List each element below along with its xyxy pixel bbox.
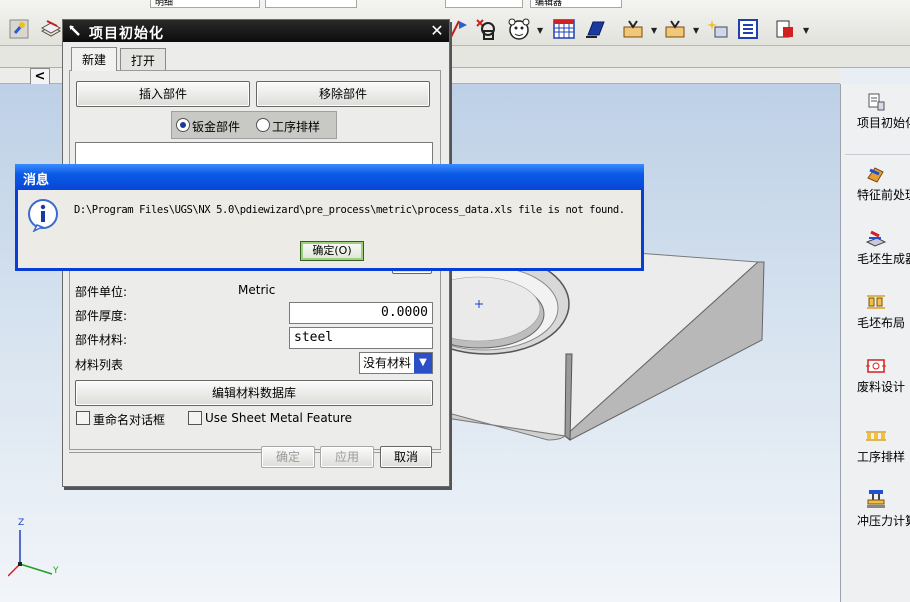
toolbar-strip-left-text: 明细 (155, 0, 174, 8)
material-list-selected: 没有材料 (363, 356, 412, 370)
resource-item-process-layout[interactable]: 工序排样 (841, 426, 910, 465)
part-list-box[interactable] (75, 142, 433, 166)
radio-sheet-metal-label[interactable]: 钣金部件 (192, 118, 240, 135)
wcs-triad: Z Y (7, 514, 68, 584)
axis-triad-icon (7, 530, 53, 577)
tab-open[interactable]: 打开 (120, 48, 167, 70)
material-list-label: 材料列表 (75, 358, 124, 372)
tab-label: 打开 (131, 54, 156, 68)
wrench-icon[interactable] (6, 16, 30, 40)
material-list-select[interactable]: 没有材料 ▼ (359, 352, 433, 374)
chevron-down-icon[interactable]: ▼ (693, 26, 699, 35)
material-input[interactable]: steel (289, 327, 433, 349)
apply-button[interactable]: 应用 (320, 446, 374, 468)
resource-item-label: 特征前处理 (857, 188, 910, 202)
toolbar-strip-mid (265, 0, 357, 8)
resource-item-label: 毛坯生成器 (857, 252, 910, 266)
toolbar-strip-left: 明细 (150, 0, 260, 8)
rename-dialog-checkbox[interactable] (76, 411, 90, 425)
thickness-label: 部件厚度: (75, 309, 128, 323)
part-unit-label: 部件单位: (75, 285, 128, 299)
resource-item-scrap-design[interactable]: 废料设计 (841, 356, 910, 395)
cancel-button[interactable]: 取消 (380, 446, 432, 468)
process-layout-icon (866, 431, 886, 441)
resource-item-label: 废料设计 (857, 380, 906, 394)
resource-item-blank-generator[interactable]: 毛坯生成器 (841, 228, 910, 267)
toolbar-strip-field (445, 0, 523, 8)
close-button[interactable]: ✕ (428, 22, 446, 40)
edit-material-db-label: 编辑材料数据库 (211, 386, 296, 400)
info-icon (28, 199, 58, 232)
chevron-left-icon: < (34, 69, 46, 84)
resource-bar: 项目初始化 特征前处理 毛坯生成器 毛坯布局 废料设计 工序排样 冲压力计算 (840, 84, 910, 602)
scrap-design-icon (866, 359, 886, 373)
press-icon[interactable] (772, 16, 796, 40)
sparkle-db-icon[interactable] (705, 16, 729, 40)
material-label: 部件材料: (75, 333, 128, 347)
insert-part-button[interactable]: 插入部件 (76, 81, 250, 107)
axis-y-label: Y (53, 566, 59, 576)
close-icon: ✕ (430, 21, 444, 40)
message-dialog: 消息 D:\Program Files\UGS\NX 5.0\pdiewizar… (15, 164, 644, 271)
resource-item-press-force[interactable]: 冲压力计算 (841, 488, 910, 529)
project-init-icon (868, 93, 885, 111)
divider (845, 154, 910, 155)
cancel-label: 取消 (393, 450, 418, 464)
rename-dialog-label: 重命名对话框 (93, 413, 166, 427)
stack-icon[interactable] (38, 16, 62, 40)
chevron-down-icon[interactable]: ▼ (803, 26, 809, 35)
thickness-input[interactable]: 0.0000 (289, 302, 433, 324)
resource-item-label: 工序排样 (857, 450, 906, 464)
use-sheet-metal-label: Use Sheet Metal Feature (205, 411, 353, 425)
message-title-bar[interactable]: 消息 (15, 164, 644, 190)
ok-label: 确定 (275, 450, 300, 464)
resource-item-label: 毛坯布局 (857, 316, 906, 330)
feature-preprocess-icon (867, 167, 884, 183)
part-unit-value: Metric (238, 283, 276, 297)
remove-part-label: 移除部件 (318, 87, 367, 101)
use-sheet-metal-checkbox[interactable] (188, 411, 202, 425)
select-shape-icon[interactable] (473, 16, 497, 40)
message-ok-label: 确定(O) (312, 244, 352, 257)
axis-z-label: Z (18, 518, 25, 528)
blank-generator-icon (865, 230, 887, 247)
radio-sheet-metal-part[interactable] (176, 118, 190, 132)
toolbar-strip-right: 编辑器 (530, 0, 622, 8)
blank-tool-icon[interactable] (620, 16, 644, 40)
chevron-down-icon[interactable]: ▼ (651, 26, 657, 35)
chevron-down-icon[interactable]: ▼ (537, 26, 543, 35)
press-force-icon (867, 490, 885, 508)
ok-button[interactable]: 确定 (261, 446, 315, 468)
resource-item-blank-layout[interactable]: 毛坯布局 (841, 292, 910, 331)
blank-tool-2-icon[interactable] (662, 16, 686, 40)
toolbar-strip-right-text: 编辑器 (535, 0, 563, 8)
message-ok-button[interactable]: 确定(O) (300, 241, 364, 261)
blank-layout-icon (867, 295, 885, 309)
apply-label: 应用 (334, 450, 359, 464)
insert-part-label: 插入部件 (138, 87, 187, 101)
grid-calendar-icon[interactable] (551, 16, 575, 40)
tab-new[interactable]: 新建 (71, 47, 118, 71)
resource-item-label: 冲压力计算 (857, 514, 910, 528)
tab-label: 新建 (82, 53, 107, 67)
resource-item-project-init[interactable]: 项目初始化 (841, 92, 910, 131)
layout-icon[interactable] (735, 16, 759, 40)
resource-item-feature-preprocess[interactable]: 特征前处理 (841, 164, 910, 203)
remove-part-button[interactable]: 移除部件 (256, 81, 430, 107)
dialog-title: 项目初始化 (89, 26, 164, 42)
message-text: D:\Program Files\UGS\NX 5.0\pdiewizard\p… (74, 204, 625, 216)
resource-item-label: 项目初始化 (857, 116, 910, 130)
dialog-title-bar[interactable]: 项目初始化 ✕ (63, 20, 449, 42)
part-type-radio-group: 钣金部件 工序排样 (171, 111, 337, 139)
radio-process-layout-label[interactable]: 工序排样 (272, 118, 320, 135)
radio-process-layout[interactable] (256, 118, 270, 132)
edit-material-db-button[interactable]: 编辑材料数据库 (75, 380, 433, 406)
book-icon[interactable] (582, 16, 606, 40)
message-title: 消息 (23, 173, 50, 188)
animal-face-icon[interactable] (506, 16, 530, 40)
chevron-down-icon[interactable]: ▼ (414, 353, 432, 373)
dialog-app-icon (69, 25, 80, 36)
